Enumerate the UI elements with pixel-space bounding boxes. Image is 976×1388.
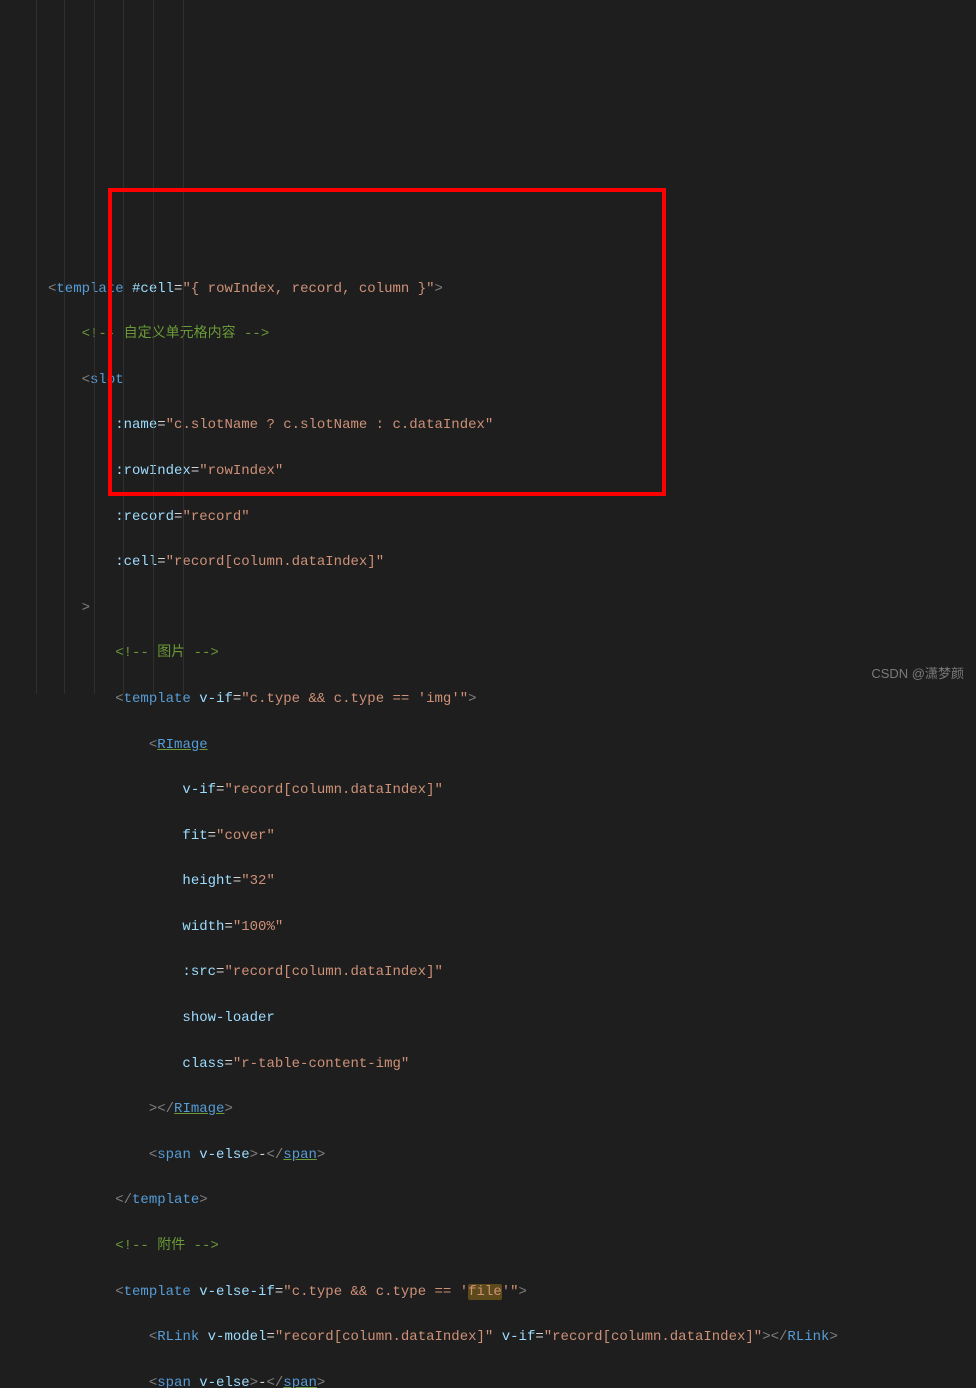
code-line: :rowIndex="rowIndex" [48,460,976,483]
code-line: height="32" [48,870,976,893]
code-line: <!-- 附件 --> [48,1235,976,1258]
code-line: <RImage [48,734,976,757]
code-editor[interactable]: <template #cell="{ rowIndex, record, col… [0,255,976,1388]
code-line: <template v-if="c.type && c.type == 'img… [48,688,976,711]
code-line: show-loader [48,1007,976,1030]
code-line: :record="record" [48,506,976,529]
code-line: <RLink v-model="record[column.dataIndex]… [48,1326,976,1349]
code-line: <span v-else>-</span> [48,1372,976,1388]
code-line: <!-- 自定义单元格内容 --> [48,323,976,346]
code-line: <template v-else-if="c.type && c.type ==… [48,1281,976,1304]
code-line: :cell="record[column.dataIndex]" [48,551,976,574]
code-line: <span v-else>-</span> [48,1144,976,1167]
code-line: ></RImage> [48,1098,976,1121]
code-line: <!-- 图片 --> [48,642,976,665]
code-line: :src="record[column.dataIndex]" [48,961,976,984]
code-line: <template #cell="{ rowIndex, record, col… [48,278,976,301]
code-line: > [48,597,976,620]
watermark: CSDN @潇梦颜 [871,663,964,686]
code-line: fit="cover" [48,825,976,848]
code-line: <slot [48,369,976,392]
code-line: </template> [48,1189,976,1212]
code-line: width="100%" [48,916,976,939]
code-line: :name="c.slotName ? c.slotName : c.dataI… [48,414,976,437]
code-line: v-if="record[column.dataIndex]" [48,779,976,802]
code-line: class="r-table-content-img" [48,1053,976,1076]
